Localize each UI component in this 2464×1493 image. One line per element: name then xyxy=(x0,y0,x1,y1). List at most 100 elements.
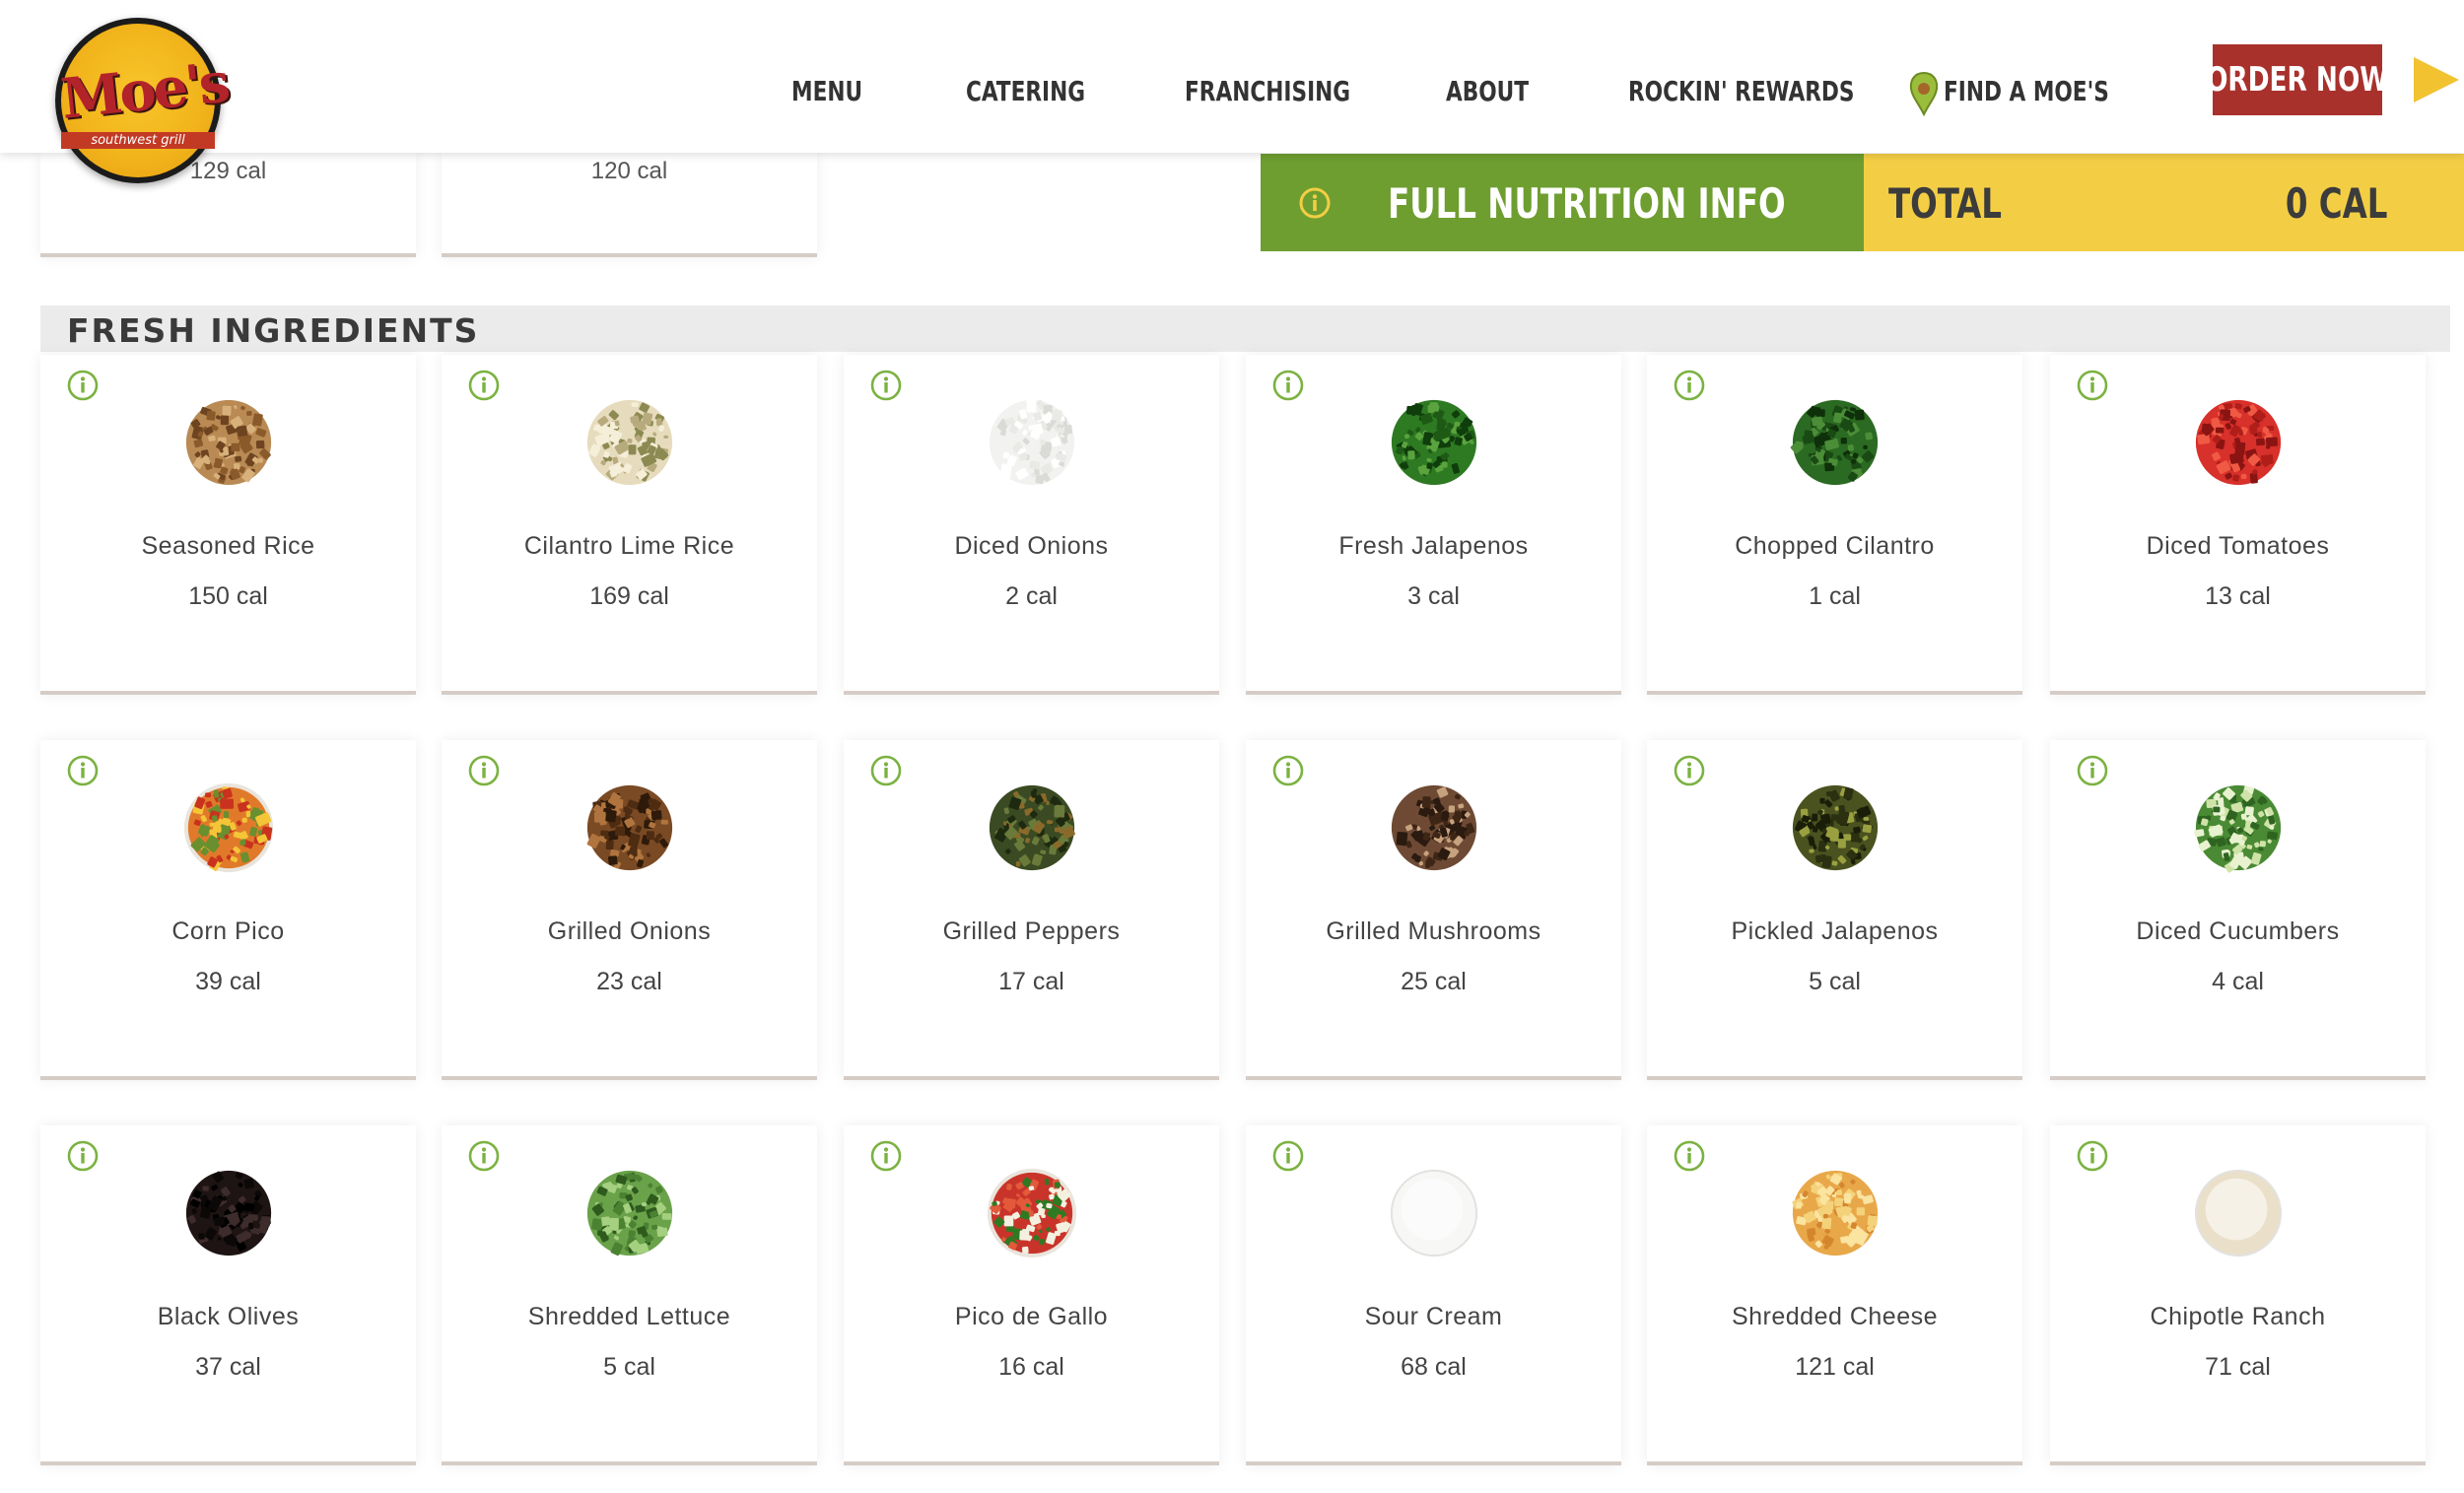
info-icon[interactable] xyxy=(869,1139,903,1173)
info-icon[interactable] xyxy=(1271,1139,1305,1173)
ingredient-card[interactable]: Diced Cucumbers 4 cal xyxy=(2050,740,2426,1080)
ingredient-calories: 23 cal xyxy=(596,968,662,995)
ingredient-card[interactable]: Shredded Lettuce 5 cal xyxy=(442,1125,817,1465)
cilantro-lime-rice-image xyxy=(586,399,672,486)
info-icon[interactable] xyxy=(1673,369,1706,402)
ingredient-calories: 5 cal xyxy=(1809,968,1861,995)
ingredient-name: Grilled Peppers xyxy=(942,917,1121,945)
logo-tagline: southwest grill xyxy=(61,132,215,149)
info-icon[interactable] xyxy=(1673,1139,1706,1173)
ingredient-name: Corn Pico xyxy=(171,917,285,945)
total-label: TOTAL xyxy=(1888,179,2003,228)
ingredient-calories: 17 cal xyxy=(998,968,1064,995)
ingredient-name: Shredded Cheese xyxy=(1731,1303,1939,1330)
ingredient-name: Pico de Gallo xyxy=(954,1303,1109,1330)
info-icon[interactable] xyxy=(869,369,903,402)
ingredient-card[interactable]: Chopped Cilantro 1 cal xyxy=(1647,355,2022,695)
ingredient-name: Diced Onions xyxy=(954,532,1109,560)
ingredient-card[interactable]: Seasoned Rice 150 cal xyxy=(40,355,416,695)
black-olives-image xyxy=(185,1170,271,1256)
ingredient-calories: 1 cal xyxy=(1809,582,1861,610)
moes-logo[interactable]: Moe's southwest grill xyxy=(55,18,231,183)
ingredient-calories: 2 cal xyxy=(1005,582,1058,610)
order-now-button[interactable]: ORDER NOW xyxy=(2206,44,2389,115)
ingredient-card[interactable]: Grilled Mushrooms 25 cal xyxy=(1246,740,1621,1080)
grilled-onions-image xyxy=(586,784,672,871)
ingredient-calories: 71 cal xyxy=(2205,1353,2271,1381)
info-icon[interactable] xyxy=(2076,754,2109,787)
ingredient-card[interactable]: Cilantro Lime Rice 169 cal xyxy=(442,355,817,695)
ingredient-card[interactable]: 120 cal xyxy=(442,153,817,257)
nav-find-a-moes[interactable]: FIND A MOE'S xyxy=(1944,75,2109,107)
info-icon[interactable] xyxy=(66,1139,100,1173)
chipotle-ranch-image xyxy=(2194,1169,2282,1257)
full-nutrition-info-button[interactable]: FULL NUTRITION INFO xyxy=(1261,154,1864,251)
info-icon[interactable] xyxy=(1271,369,1305,402)
ingredient-card[interactable]: Grilled Peppers 17 cal xyxy=(844,740,1219,1080)
ingredient-calories: 4 cal xyxy=(2212,968,2264,995)
nutrition-info-label: FULL NUTRITION INFO xyxy=(1388,179,1786,228)
ingredient-calories: 150 cal xyxy=(188,582,268,610)
info-icon[interactable] xyxy=(467,369,501,402)
ingredient-name: Pickled Jalapenos xyxy=(1731,917,1939,945)
info-icon[interactable] xyxy=(1271,754,1305,787)
item-calories: 120 cal xyxy=(590,158,668,184)
ingredient-card[interactable]: Shredded Cheese 121 cal xyxy=(1647,1125,2022,1465)
sour-cream-image xyxy=(1390,1169,1477,1257)
ingredient-name: Seasoned Rice xyxy=(141,532,315,560)
ingredient-calories: 121 cal xyxy=(1795,1353,1875,1381)
info-icon[interactable] xyxy=(2076,369,2109,402)
ingredient-name: Grilled Onions xyxy=(547,917,712,945)
ingredient-card[interactable]: Diced Onions 2 cal xyxy=(844,355,1219,695)
nav-rockin-rewards[interactable]: ROCKIN' REWARDS xyxy=(1628,75,1854,107)
ingredient-name: Chipotle Ranch xyxy=(2150,1303,2326,1330)
ingredient-card[interactable]: Pico de Gallo 16 cal xyxy=(844,1125,1219,1465)
nav-catering[interactable]: CATERING xyxy=(966,75,1085,107)
pico-de-gallo-image xyxy=(987,1168,1076,1258)
fresh-jalapenos-image xyxy=(1391,399,1476,486)
ingredient-card[interactable]: Fresh Jalapenos 3 cal xyxy=(1246,355,1621,695)
diced-cucumbers-image xyxy=(2193,784,2281,873)
ingredient-card[interactable]: Pickled Jalapenos 5 cal xyxy=(1647,740,2022,1080)
info-icon[interactable] xyxy=(869,754,903,787)
ingredient-calories: 5 cal xyxy=(603,1353,655,1381)
diced-tomatoes-image xyxy=(2195,399,2281,486)
ingredient-card[interactable]: Sour Cream 68 cal xyxy=(1246,1125,1621,1465)
total-value: 0 CAL xyxy=(2285,179,2387,228)
info-icon[interactable] xyxy=(66,754,100,787)
info-icon[interactable] xyxy=(2076,1139,2109,1173)
info-icon[interactable] xyxy=(467,1139,501,1173)
ingredient-calories: 13 cal xyxy=(2205,582,2271,610)
info-icon[interactable] xyxy=(66,369,100,402)
ingredient-calories: 3 cal xyxy=(1407,582,1460,610)
logo-wordmark: Moe's xyxy=(57,49,231,132)
avocado-pin-icon[interactable] xyxy=(1909,71,1939,116)
grilled-peppers-image xyxy=(989,784,1075,871)
ingredient-calories: 39 cal xyxy=(195,968,261,995)
ingredient-card[interactable]: Corn Pico 39 cal xyxy=(40,740,416,1080)
ingredient-card[interactable]: Grilled Onions 23 cal xyxy=(442,740,817,1080)
nav-franchising[interactable]: FRANCHISING xyxy=(1185,75,1350,107)
ingredient-name: Fresh Jalapenos xyxy=(1338,532,1529,560)
info-icon xyxy=(1299,187,1331,219)
diced-onions-image xyxy=(989,398,1074,486)
ingredient-card[interactable]: Diced Tomatoes 13 cal xyxy=(2050,355,2426,695)
ingredient-calories: 37 cal xyxy=(195,1353,261,1381)
ingredient-name: Diced Cucumbers xyxy=(2136,917,2340,945)
section-header: FRESH INGREDIENTS xyxy=(40,305,2450,352)
ingredient-card[interactable]: Black Olives 37 cal xyxy=(40,1125,416,1465)
nav-menu[interactable]: MENU xyxy=(791,75,862,107)
ingredient-name: Chopped Cilantro xyxy=(1735,532,1935,560)
site-header: MENU CATERING FRANCHISING ABOUT ROCKIN' … xyxy=(0,0,2464,153)
ingredient-name: Diced Tomatoes xyxy=(2146,532,2330,560)
nav-about[interactable]: ABOUT xyxy=(1446,75,1529,107)
info-icon[interactable] xyxy=(467,754,501,787)
info-icon[interactable] xyxy=(1673,754,1706,787)
ingredient-card[interactable]: Chipotle Ranch 71 cal xyxy=(2050,1125,2426,1465)
shredded-lettuce-image xyxy=(586,1170,672,1256)
pickled-jalapenos-image xyxy=(1792,784,1878,871)
ingredient-name: Shredded Lettuce xyxy=(527,1303,731,1330)
ingredient-name: Sour Cream xyxy=(1364,1303,1503,1330)
grilled-mushrooms-image xyxy=(1391,784,1476,871)
ingredient-calories: 68 cal xyxy=(1401,1353,1467,1381)
